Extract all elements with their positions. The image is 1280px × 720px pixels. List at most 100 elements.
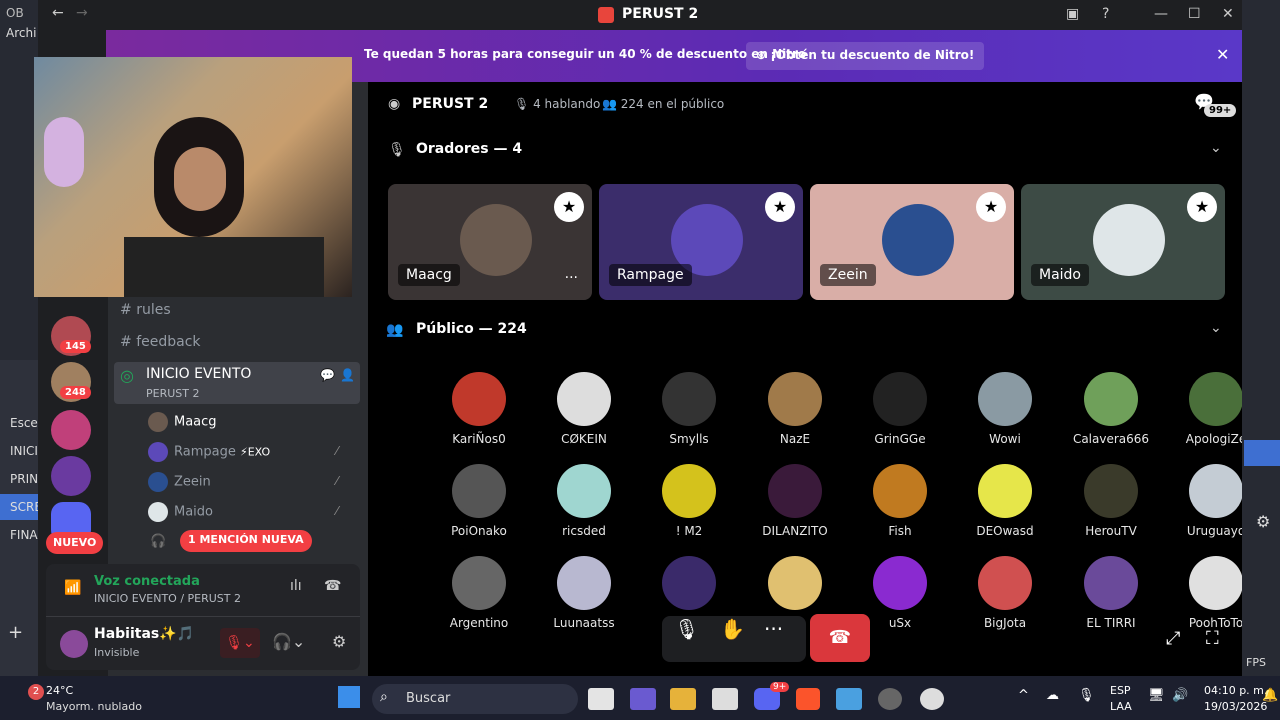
audience-member[interactable]: Smylls bbox=[644, 372, 734, 446]
audience-member[interactable]: Fish bbox=[855, 464, 945, 538]
audience-member[interactable]: Wowi bbox=[960, 372, 1050, 446]
close-banner-icon[interactable]: ✕ bbox=[1216, 45, 1229, 64]
file-explorer-icon[interactable] bbox=[670, 688, 696, 710]
mic-muted-icon[interactable]: 🎙 bbox=[674, 617, 699, 641]
windows-start-icon[interactable] bbox=[338, 686, 360, 708]
audience-member[interactable]: DILANZITO bbox=[750, 464, 840, 538]
clock-date[interactable]: 19/03/2026 bbox=[1204, 700, 1267, 713]
forward-arrow-icon[interactable]: → bbox=[76, 5, 88, 21]
avatar bbox=[460, 204, 532, 276]
audience-member[interactable]: Argentino bbox=[434, 556, 524, 630]
search-box[interactable]: ⌕ Buscar bbox=[372, 684, 578, 714]
network-icon[interactable]: 🖥 bbox=[1148, 688, 1165, 703]
speaker-card[interactable]: ★ Maido bbox=[1021, 184, 1225, 300]
weather-text[interactable]: Mayorm. nublado bbox=[46, 700, 142, 713]
audience-member[interactable]: CØKEIN bbox=[539, 372, 629, 446]
audience-member[interactable]: Luunaatss bbox=[539, 556, 629, 630]
voice-user[interactable]: Maacg bbox=[148, 412, 217, 432]
nitro-cta-button[interactable]: ⊚ ¡Obtén tu descuento de Nitro! bbox=[746, 42, 985, 70]
temperature[interactable]: 24°C bbox=[46, 684, 73, 697]
chevron-up-icon[interactable]: ^ bbox=[1018, 688, 1029, 703]
audience-member[interactable]: DEOwasd bbox=[960, 464, 1050, 538]
close-icon[interactable]: ✕ bbox=[1222, 6, 1234, 22]
obs-icon[interactable] bbox=[878, 688, 902, 710]
avatar[interactable] bbox=[60, 630, 88, 658]
mention-badge[interactable]: 1 MENCIÓN NUEVA bbox=[180, 530, 312, 552]
brave-icon[interactable] bbox=[796, 688, 820, 710]
inbox-icon[interactable]: ▣ bbox=[1066, 6, 1079, 22]
language-layout[interactable]: LAA bbox=[1110, 700, 1132, 713]
chevron-down-icon[interactable]: ⌄ bbox=[1210, 140, 1222, 156]
mute-mic-button[interactable]: 🎙⌄ bbox=[220, 628, 260, 658]
raise-hand-icon[interactable]: ✋ bbox=[720, 617, 745, 641]
obs-scene-item[interactable]: PRIN bbox=[0, 466, 40, 492]
audience-member[interactable]: NazE bbox=[750, 372, 840, 446]
voice-channel-item[interactable]: ◎ INICIO EVENTO PERUST 2 💬 👤 bbox=[114, 362, 360, 404]
add-user-icon[interactable]: 👤 bbox=[340, 368, 355, 382]
voice-path[interactable]: INICIO EVENTO / PERUST 2 bbox=[94, 592, 241, 605]
audience-member[interactable]: EL TIRRI bbox=[1066, 556, 1156, 630]
server-icon[interactable] bbox=[51, 456, 91, 496]
clock-time[interactable]: 04:10 p. m. bbox=[1204, 684, 1267, 697]
headphones-icon[interactable]: 🎧⌄ bbox=[272, 632, 305, 651]
headphones-icon: 🎧 bbox=[150, 534, 167, 549]
speaker-card[interactable]: ★ Rampage bbox=[599, 184, 803, 300]
chevron-down-icon[interactable]: ⌄ bbox=[1210, 320, 1222, 336]
minimize-icon[interactable]: — bbox=[1154, 6, 1168, 22]
obs-menu-archivo[interactable]: Archi bbox=[6, 26, 36, 40]
obs-scene-item-selected[interactable]: SCRE bbox=[0, 494, 42, 520]
help-icon[interactable]: ? bbox=[1102, 6, 1109, 22]
cloud-icon[interactable]: ☁ bbox=[1046, 688, 1059, 703]
audience-member[interactable]: ApologiZe bbox=[1171, 372, 1242, 446]
gear-icon[interactable]: ⚙ bbox=[1256, 512, 1270, 531]
volume-icon[interactable]: 🔊 bbox=[1172, 688, 1188, 703]
soundboard-icon[interactable]: ılı bbox=[290, 578, 302, 594]
gear-icon[interactable]: ⚙ bbox=[332, 632, 346, 651]
user-name[interactable]: Habiitas✨🎵 bbox=[94, 626, 194, 642]
audience-member[interactable]: KariÑos0 bbox=[434, 372, 524, 446]
audience-header: Público — 224 bbox=[416, 321, 527, 337]
notification-icon[interactable]: 🔔 bbox=[1262, 688, 1278, 703]
avatar bbox=[873, 372, 927, 426]
audience-member[interactable]: ! M2 bbox=[644, 464, 734, 538]
m365-icon[interactable] bbox=[630, 688, 656, 710]
channel-rules[interactable]: # rules bbox=[120, 302, 171, 318]
audience-member[interactable]: BigJota bbox=[960, 556, 1050, 630]
audience-member[interactable]: PoiOnako bbox=[434, 464, 524, 538]
audience-member[interactable]: GrinGGe bbox=[855, 372, 945, 446]
speaker-card[interactable]: ★ Zeein bbox=[810, 184, 1014, 300]
audience-name: Smylls bbox=[669, 432, 709, 446]
obs-add-icon[interactable]: + bbox=[8, 622, 23, 643]
more-icon[interactable]: ··· bbox=[565, 270, 578, 286]
speaker-card[interactable]: ★ Maacg ··· bbox=[388, 184, 592, 300]
server-icon[interactable] bbox=[51, 410, 91, 450]
language-code[interactable]: ESP bbox=[1110, 684, 1131, 697]
new-badge[interactable]: NUEVO bbox=[46, 532, 104, 554]
app-icon[interactable] bbox=[920, 688, 944, 710]
audience-member[interactable]: Calavera666 bbox=[1066, 372, 1156, 446]
back-arrow-icon[interactable]: ← bbox=[52, 5, 64, 21]
mic-icon[interactable]: 🎙 bbox=[1078, 688, 1095, 703]
chat-icon[interactable]: 💬 bbox=[320, 368, 335, 382]
obs-scene-item[interactable]: INICI bbox=[0, 438, 40, 464]
audience-member[interactable]: ricsded bbox=[539, 464, 629, 538]
audience-member[interactable]: HerouTV bbox=[1066, 464, 1156, 538]
audience-member[interactable]: Uruguayo bbox=[1171, 464, 1242, 538]
voice-user[interactable]: Zeein bbox=[148, 472, 211, 492]
capcut-icon[interactable] bbox=[712, 688, 738, 710]
popout-icon[interactable]: ⤢ bbox=[1166, 628, 1180, 649]
audience-member[interactable]: PoohToTo bbox=[1171, 556, 1242, 630]
task-view-icon[interactable] bbox=[588, 688, 614, 710]
disconnect-icon[interactable]: ☎ bbox=[324, 578, 341, 594]
fullscreen-icon[interactable]: ⛶ bbox=[1206, 628, 1219, 649]
avatar bbox=[1084, 372, 1138, 426]
voice-user[interactable]: Rampage ⚡EXO bbox=[148, 442, 270, 462]
channel-feedback[interactable]: # feedback bbox=[120, 334, 201, 350]
voice-user[interactable]: Maido bbox=[148, 502, 213, 522]
obs-scene-item[interactable]: FINA bbox=[0, 522, 40, 548]
leave-stage-button[interactable]: ☎ bbox=[810, 614, 870, 662]
audience-member[interactable] bbox=[750, 556, 840, 616]
photos-icon[interactable] bbox=[836, 688, 862, 710]
more-options-icon[interactable]: ··· bbox=[764, 617, 783, 641]
maximize-icon[interactable]: ☐ bbox=[1188, 6, 1201, 22]
